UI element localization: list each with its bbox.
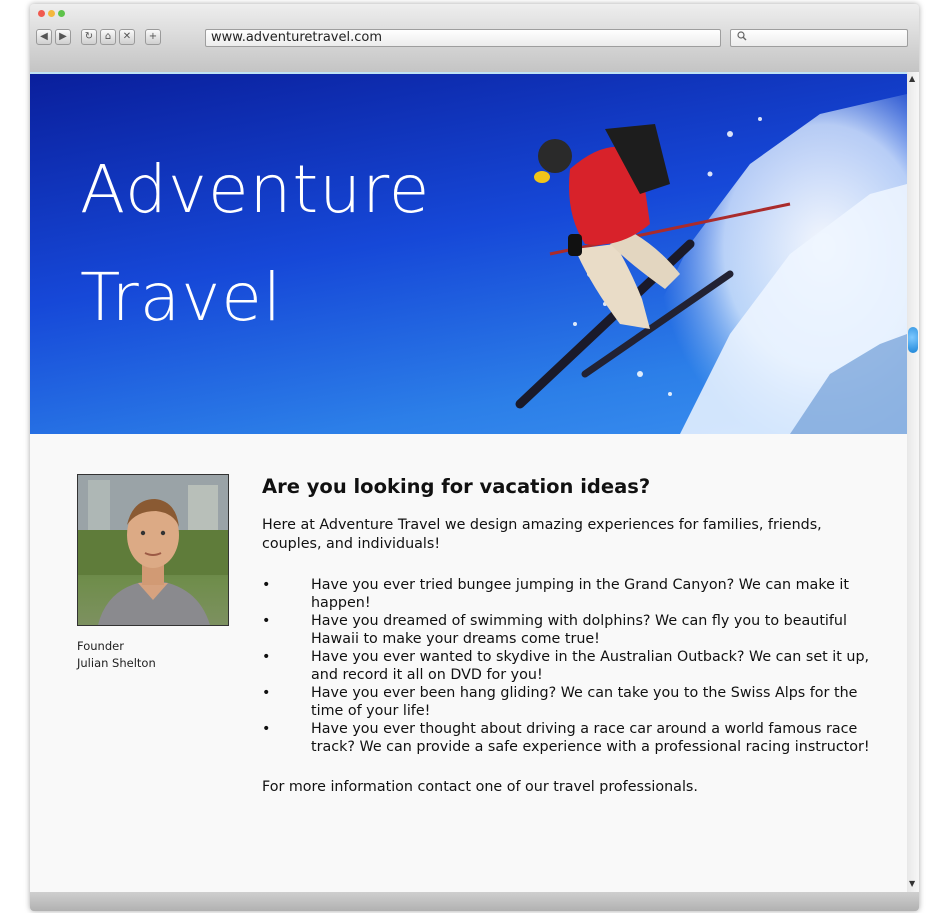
list-item: Have you ever tried bungee jumping in th… bbox=[262, 576, 872, 612]
hero-title-line1: Adventure bbox=[80, 151, 431, 228]
list-item: Have you ever thought about driving a ra… bbox=[262, 720, 872, 756]
founder-photo bbox=[77, 474, 229, 626]
founder-caption: Founder Julian Shelton bbox=[77, 638, 156, 672]
address-bar[interactable]: www.adventuretravel.com bbox=[205, 29, 721, 47]
stop-icon[interactable]: ✕ bbox=[119, 29, 135, 45]
page-viewport: Adventure Travel Founder Julian Shelton … bbox=[30, 72, 907, 894]
back-icon[interactable]: ◀ bbox=[36, 29, 52, 45]
contact-paragraph: For more information contact one of our … bbox=[262, 779, 698, 795]
list-item: Have you dreamed of swimming with dolphi… bbox=[262, 612, 872, 648]
search-field[interactable] bbox=[730, 29, 908, 47]
scroll-thumb[interactable] bbox=[908, 327, 918, 353]
hero-title: Adventure Travel bbox=[80, 136, 430, 352]
founder-portrait bbox=[78, 475, 228, 625]
hero-banner: Adventure Travel bbox=[30, 74, 907, 434]
forward-icon[interactable]: ▶ bbox=[55, 29, 71, 45]
home-icon[interactable]: ⌂ bbox=[100, 29, 116, 45]
reload-icon[interactable]: ↻ bbox=[81, 29, 97, 45]
article-body: Are you looking for vacation ideas? Here… bbox=[262, 472, 872, 797]
new-tab-icon[interactable]: + bbox=[145, 29, 161, 45]
vertical-scrollbar[interactable]: ▲ ▼ bbox=[907, 72, 919, 892]
minimize-window-button[interactable] bbox=[48, 10, 55, 17]
founder-name: Julian Shelton bbox=[77, 656, 156, 670]
zoom-window-button[interactable] bbox=[58, 10, 65, 17]
browser-window: ◀ ▶ ↻ ⌂ ✕ + www.adventuretravel.com Adve… bbox=[30, 4, 919, 911]
idea-list: Have you ever tried bungee jumping in th… bbox=[262, 576, 872, 756]
founder-role: Founder bbox=[77, 639, 124, 653]
page-heading: Are you looking for vacation ideas? bbox=[262, 475, 651, 498]
browser-chrome: ◀ ▶ ↻ ⌂ ✕ + www.adventuretravel.com bbox=[30, 4, 919, 72]
nav-toolbar: ◀ ▶ ↻ ⌂ ✕ + bbox=[36, 29, 161, 45]
main-content: Founder Julian Shelton Are you looking f… bbox=[30, 434, 907, 894]
status-bar bbox=[30, 892, 919, 911]
list-item: Have you ever been hang gliding? We can … bbox=[262, 684, 872, 720]
list-item: Have you ever wanted to skydive in the A… bbox=[262, 648, 872, 684]
hero-title-line2: Travel bbox=[80, 259, 283, 336]
window-controls bbox=[38, 10, 65, 17]
close-window-button[interactable] bbox=[38, 10, 45, 17]
search-icon bbox=[737, 31, 747, 44]
scroll-up-icon[interactable]: ▲ bbox=[909, 74, 915, 83]
intro-paragraph: Here at Adventure Travel we design amazi… bbox=[262, 517, 822, 552]
scroll-down-icon[interactable]: ▼ bbox=[909, 879, 915, 888]
